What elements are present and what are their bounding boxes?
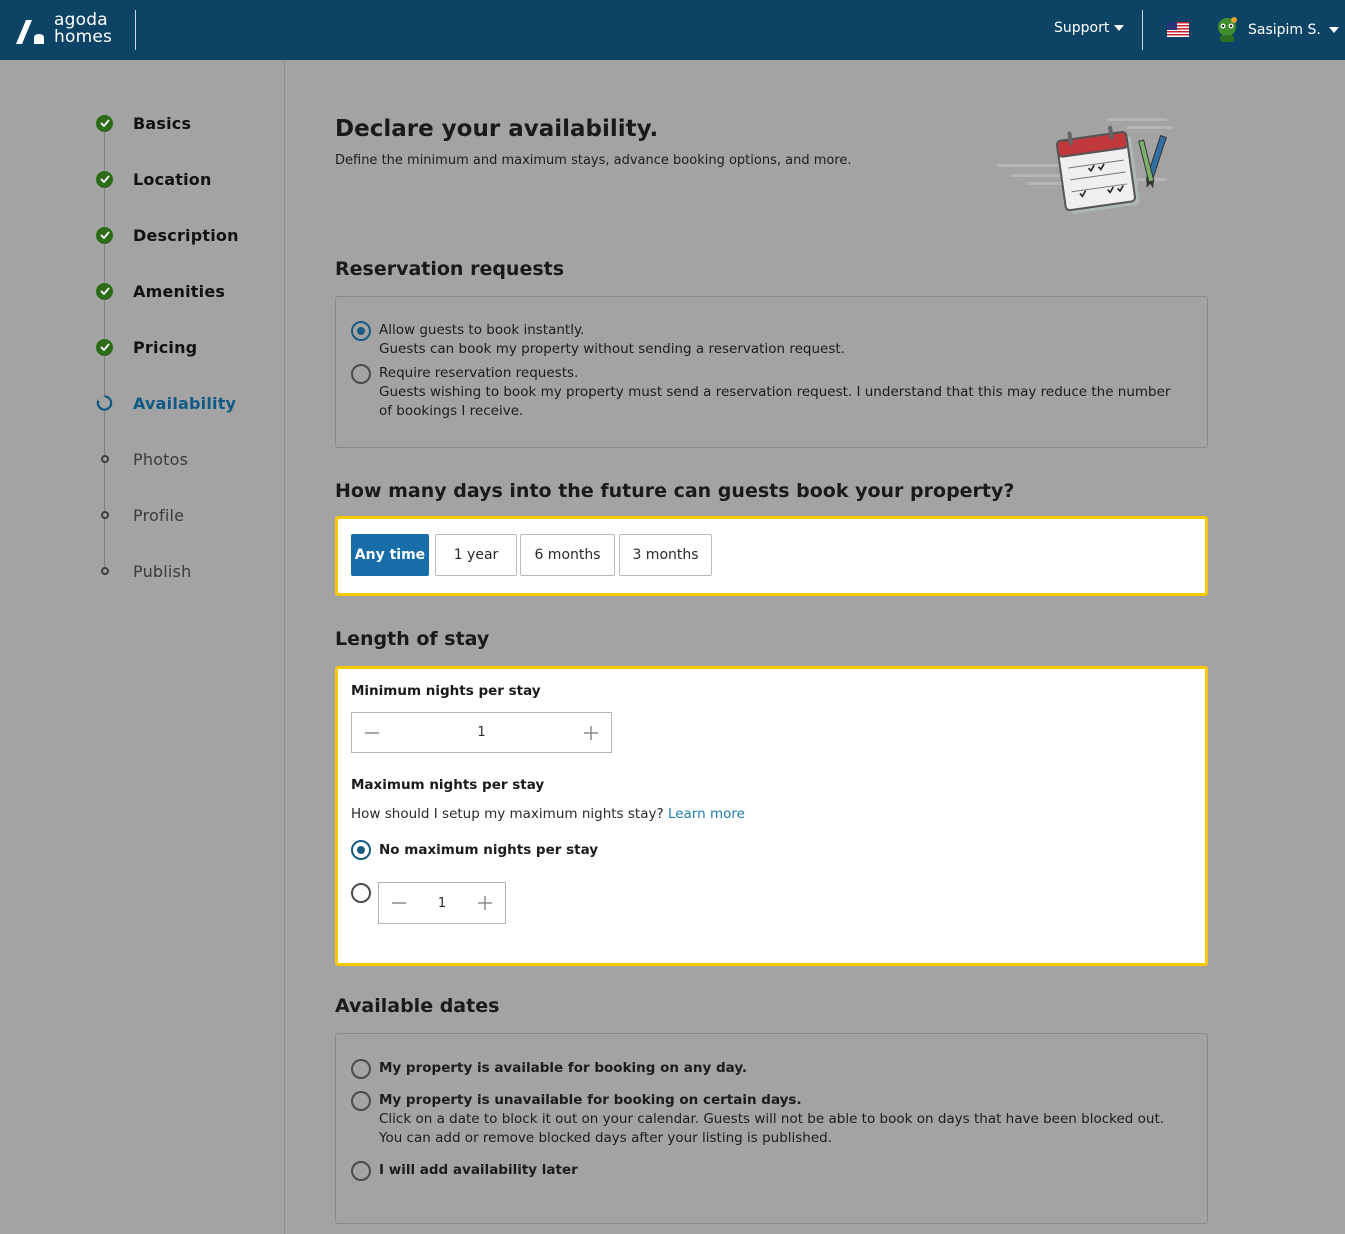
sidebar-item-label: Basics <box>133 113 192 133</box>
option-unavailable-certain-days[interactable]: My property is unavailable for booking o… <box>351 1091 1191 1148</box>
reservation-section-title: Reservation requests <box>335 258 565 280</box>
sidebar-item-basics[interactable]: Basics <box>96 111 276 135</box>
sidebar-item-label: Description <box>133 225 239 245</box>
max-nights-value[interactable]: 1 <box>419 896 465 911</box>
plus-icon[interactable] <box>465 883 505 923</box>
sidebar-item-label: Photos <box>133 449 189 469</box>
min-nights-value[interactable]: 1 <box>392 725 571 740</box>
option-title: Allow guests to book instantly. <box>379 322 585 338</box>
user-menu[interactable]: Sasipim S. <box>1214 16 1339 44</box>
option-add-later[interactable]: I will add availability later <box>351 1161 578 1181</box>
top-header: agoda homes Support Sasipim S. <box>0 0 1345 60</box>
min-nights-label: Minimum nights per stay <box>351 683 541 699</box>
calendar-illustration-icon <box>997 118 1172 214</box>
step-dot-icon <box>100 511 109 519</box>
available-dates-card: My property is available for booking on … <box>335 1033 1208 1224</box>
max-nights-stepper: 1 <box>378 882 506 924</box>
avatar <box>1218 17 1237 42</box>
sidebar-item-description[interactable]: Description <box>96 223 276 247</box>
check-icon <box>96 226 113 244</box>
option-title: I will add availability later <box>379 1162 578 1178</box>
sidebar-item-availability[interactable]: Availability <box>96 391 276 415</box>
sidebar-item-label: Publish <box>133 561 192 581</box>
option-3-months[interactable]: 3 months <box>619 534 712 576</box>
step-dot-icon <box>100 567 109 575</box>
option-no-maximum[interactable]: No maximum nights per stay <box>351 840 598 860</box>
logo-line-2: homes <box>54 27 113 47</box>
plus-icon[interactable] <box>571 713 611 752</box>
chevron-down-icon <box>1114 25 1125 31</box>
radio-unavailable-certain-days[interactable] <box>351 1091 371 1111</box>
progress-spinner-icon <box>96 395 113 411</box>
sidebar-item-label: Amenities <box>133 281 226 301</box>
logo-text: agoda homes <box>54 12 112 46</box>
sidebar-item-label: Profile <box>133 505 185 525</box>
check-icon <box>96 170 113 188</box>
min-nights-stepper: 1 <box>351 712 612 753</box>
option-description: Guests can book my property without send… <box>379 341 845 357</box>
sidebar: Basics Location Description Amenities Pr… <box>0 60 285 1234</box>
available-dates-section-title: Available dates <box>335 995 500 1017</box>
sidebar-item-publish[interactable]: Publish <box>96 559 276 583</box>
max-nights-label: Maximum nights per stay <box>351 777 545 793</box>
check-icon <box>96 338 113 356</box>
us-flag-icon[interactable] <box>1167 22 1189 37</box>
option-title: Require reservation requests. <box>379 365 579 381</box>
option-set-maximum[interactable] <box>351 883 371 903</box>
page-subtitle: Define the minimum and maximum stays, ad… <box>335 153 852 168</box>
header-divider <box>1142 10 1143 50</box>
support-menu[interactable]: Support <box>1054 20 1125 36</box>
sidebar-item-amenities[interactable]: Amenities <box>96 279 276 303</box>
reservation-card: Allow guests to book instantly. Guests c… <box>335 296 1208 448</box>
agoda-logo-icon <box>16 20 44 44</box>
sidebar-item-label: Pricing <box>133 337 198 357</box>
minus-icon[interactable] <box>352 713 392 752</box>
max-nights-help: How should I setup my maximum nights sta… <box>351 806 745 822</box>
sidebar-item-label: Availability <box>133 393 237 413</box>
sidebar-item-pricing[interactable]: Pricing <box>96 335 276 359</box>
radio-add-later[interactable] <box>351 1161 371 1181</box>
option-require-requests[interactable]: Require reservation requests. Guests wis… <box>351 364 1171 421</box>
radio-book-instantly[interactable] <box>351 321 371 341</box>
option-book-instantly[interactable]: Allow guests to book instantly. Guests c… <box>351 321 845 359</box>
length-of-stay-section-title: Length of stay <box>335 628 490 650</box>
sidebar-item-profile[interactable]: Profile <box>96 503 276 527</box>
option-description: Guests wishing to book my property must … <box>379 384 1171 419</box>
max-nights-help-text: How should I setup my maximum nights sta… <box>351 806 664 822</box>
chevron-down-icon <box>1328 27 1339 33</box>
page-title: Declare your availability. <box>335 116 659 142</box>
radio-require-requests[interactable] <box>351 364 371 384</box>
step-dot-icon <box>100 455 109 463</box>
sidebar-item-label: Location <box>133 169 212 189</box>
option-title: No maximum nights per stay <box>379 841 599 858</box>
user-name: Sasipim S. <box>1248 22 1321 38</box>
learn-more-link[interactable]: Learn more <box>668 806 745 822</box>
option-available-any-day[interactable]: My property is available for booking on … <box>351 1059 747 1079</box>
option-title: My property is available for booking on … <box>379 1060 748 1076</box>
radio-available-any-day[interactable] <box>351 1059 371 1079</box>
check-icon <box>96 282 113 300</box>
check-icon <box>96 114 113 132</box>
sidebar-item-photos[interactable]: Photos <box>96 447 276 471</box>
minus-icon[interactable] <box>379 883 419 923</box>
future-booking-section-title: How many days into the future can guests… <box>335 480 1015 502</box>
support-label: Support <box>1054 20 1110 36</box>
length-of-stay-card: Minimum nights per stay 1 Maximum nights… <box>335 666 1208 966</box>
option-6-months[interactable]: 6 months <box>520 534 615 576</box>
option-any-time[interactable]: Any time <box>351 534 429 576</box>
sidebar-item-location[interactable]: Location <box>96 167 276 191</box>
radio-set-maximum[interactable] <box>351 883 371 903</box>
radio-no-maximum[interactable] <box>351 840 371 860</box>
future-booking-card: Any time 1 year 6 months 3 months <box>335 516 1208 596</box>
option-title: My property is unavailable for booking o… <box>379 1092 802 1108</box>
option-1-year[interactable]: 1 year <box>435 534 517 576</box>
logo-divider <box>135 10 136 50</box>
agoda-homes-logo[interactable]: agoda homes <box>14 12 124 48</box>
option-description: Click on a date to block it out on your … <box>379 1111 1165 1146</box>
